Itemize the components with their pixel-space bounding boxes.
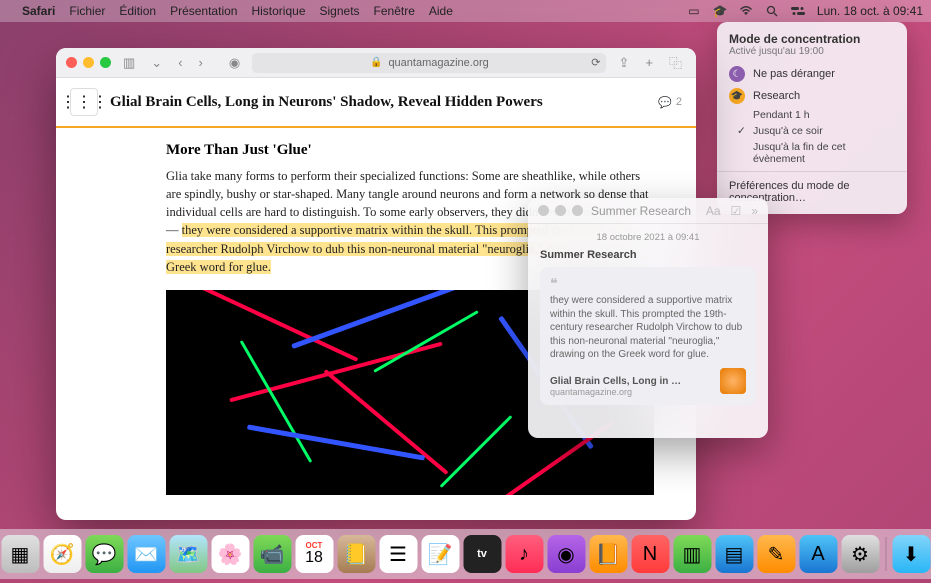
display-icon[interactable]: ▭ <box>687 4 701 18</box>
note-window-title: Summer Research <box>591 204 691 218</box>
menu-history[interactable]: Historique <box>251 4 305 18</box>
focus-research-row[interactable]: 🎓 Research <box>717 85 907 107</box>
dock-tv[interactable]: tv <box>463 535 501 573</box>
checklist-icon[interactable]: ☑ <box>731 204 742 218</box>
wifi-icon[interactable] <box>739 6 753 16</box>
menubar-clock[interactable]: Lun. 18 oct. à 09:41 <box>817 4 923 18</box>
article-subheading: More Than Just 'Glue' <box>166 142 654 159</box>
reload-icon[interactable]: ⟳ <box>591 56 600 69</box>
dock-news[interactable]: N <box>631 535 669 573</box>
new-tab-icon[interactable]: + <box>641 55 657 70</box>
dock-podcasts[interactable]: ◉ <box>547 535 585 573</box>
dock-separator <box>885 537 886 571</box>
focus-opt-evening[interactable]: Jusqu'à ce soir <box>717 123 907 139</box>
dock-calendar[interactable]: OCT 18 <box>295 535 333 573</box>
focus-opt-1h[interactable]: Pendant 1 h <box>717 107 907 123</box>
note-body[interactable]: 18 octobre 2021 à 09:41 Summer Research … <box>528 224 768 438</box>
dock-notes[interactable]: 📝 <box>421 535 459 573</box>
dock-maps[interactable]: 🗺️ <box>169 535 207 573</box>
dock-photos[interactable]: 🌸 <box>211 535 249 573</box>
expand-icon[interactable]: » <box>751 204 758 218</box>
spotlight-icon[interactable] <box>765 5 779 17</box>
graduation-cap-icon: 🎓 <box>729 88 745 104</box>
note-source-thumbnail <box>720 368 746 394</box>
dock-mail[interactable]: ✉️ <box>127 535 165 573</box>
sidebar-toggle-icon[interactable]: ▥ <box>119 55 139 71</box>
note-heading: Summer Research <box>540 249 756 261</box>
fullscreen-button[interactable] <box>100 57 111 68</box>
note-minimize-button[interactable] <box>555 205 566 216</box>
close-button[interactable] <box>66 57 77 68</box>
speech-bubble-icon: 💬 <box>658 96 672 109</box>
app-name-menu[interactable]: Safari <box>22 4 55 18</box>
article-headline: Glial Brain Cells, Long in Neurons' Shad… <box>110 94 646 111</box>
menu-bookmarks[interactable]: Signets <box>320 4 360 18</box>
focus-title: Mode de concentration <box>729 32 895 46</box>
focus-mode-panel: Mode de concentration Activé jusqu'au 19… <box>717 22 907 214</box>
note-source-title: Glial Brain Cells, Long in … <box>550 376 714 387</box>
url-text: quantamagazine.org <box>388 57 488 69</box>
graduation-icon[interactable]: 🎓 <box>713 4 727 18</box>
quote-icon: ❝ <box>550 275 746 292</box>
focus-dnd-row[interactable]: ☾ Ne pas déranger <box>717 63 907 85</box>
menu-view[interactable]: Présentation <box>170 4 237 18</box>
dock-settings[interactable]: ⚙ <box>841 535 879 573</box>
dock-launchpad[interactable]: ▦ <box>1 535 39 573</box>
focus-opt-end-event[interactable]: Jusqu'à la fin de cet évènement <box>717 139 907 167</box>
address-bar[interactable]: 🔒 quantamagazine.org ⟳ <box>252 53 606 73</box>
control-center-icon[interactable] <box>791 6 805 16</box>
menu-help[interactable]: Aide <box>429 4 453 18</box>
text-format-icon[interactable]: Aa <box>706 204 721 218</box>
note-quote-card[interactable]: ❝ they were considered a supportive matr… <box>540 267 756 405</box>
share-icon[interactable]: ⇪ <box>614 55 633 71</box>
menu-window[interactable]: Fenêtre <box>374 4 415 18</box>
menu-file[interactable]: Fichier <box>69 4 105 18</box>
dock-safari[interactable]: 🧭 <box>43 535 81 573</box>
dock-messages[interactable]: 💬 <box>85 535 123 573</box>
note-close-button[interactable] <box>538 205 549 216</box>
focus-research-label: Research <box>753 90 800 102</box>
moon-icon: ☾ <box>729 66 745 82</box>
forward-button[interactable]: › <box>195 55 207 70</box>
tabs-icon[interactable]: ⿻ <box>665 53 686 72</box>
safari-toolbar: ▥ ⌄ ‹ › ◉ 🔒 quantamagazine.org ⟳ ⇪ + ⿻ <box>56 48 696 78</box>
dock: 🙂 ▦ 🧭 💬 ✉️ 🗺️ 🌸 📹 OCT 18 📒 ☰ 📝 tv ♪ ◉ 📙 … <box>0 529 931 579</box>
dock-pages[interactable]: ✎ <box>757 535 795 573</box>
note-date: 18 octobre 2021 à 09:41 <box>540 232 756 243</box>
focus-subtitle: Activé jusqu'au 19:00 <box>729 46 895 57</box>
lock-icon: 🔒 <box>370 57 382 68</box>
dock-music[interactable]: ♪ <box>505 535 543 573</box>
dock-books[interactable]: 📙 <box>589 535 627 573</box>
dock-keynote[interactable]: ▤ <box>715 535 753 573</box>
dock-reminders[interactable]: ☰ <box>379 535 417 573</box>
menu-edit[interactable]: Édition <box>119 4 156 18</box>
quick-note-window: Summer Research Aa ☑ » 18 octobre 2021 à… <box>528 198 768 438</box>
note-source-domain: quantamagazine.org <box>550 387 714 397</box>
menubar: Safari Fichier Édition Présentation Hist… <box>0 0 931 22</box>
dock-numbers[interactable]: ▥ <box>673 535 711 573</box>
dock-downloads[interactable]: ⬇ <box>892 535 930 573</box>
focus-dnd-label: Ne pas déranger <box>753 68 835 80</box>
note-quote-text: they were considered a supportive matrix… <box>550 294 746 362</box>
site-logo[interactable]: ⋮⋮⋮ <box>70 88 98 116</box>
shield-icon[interactable]: ◉ <box>225 55 244 71</box>
dock-contacts[interactable]: 📒 <box>337 535 375 573</box>
dock-appstore[interactable]: A <box>799 535 837 573</box>
chevron-down-icon[interactable]: ⌄ <box>147 55 166 71</box>
minimize-button[interactable] <box>83 57 94 68</box>
note-fullscreen-button[interactable] <box>572 205 583 216</box>
comments-count[interactable]: 💬 2 <box>658 96 682 109</box>
back-button[interactable]: ‹ <box>174 55 186 70</box>
dock-facetime[interactable]: 📹 <box>253 535 291 573</box>
